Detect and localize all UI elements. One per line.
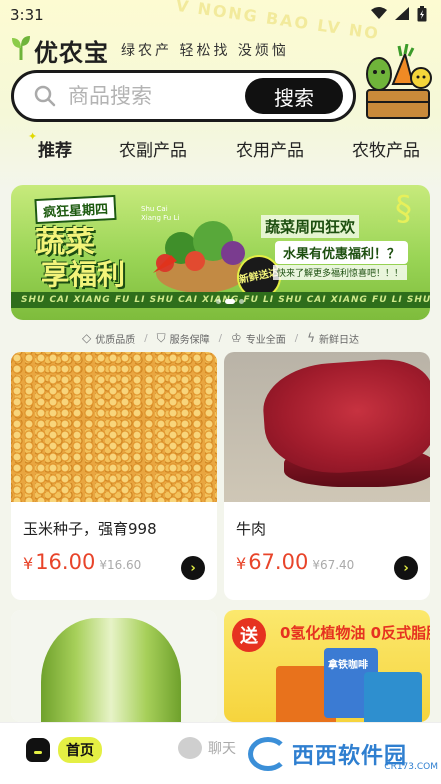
carousel-dot[interactable] xyxy=(239,299,244,304)
product-image-coffee[interactable]: 送 0氢化植物油 0反式脂肪酸 拿铁咖啡 xyxy=(224,610,430,722)
nav-chat-label: 聊天 xyxy=(208,741,236,757)
category-tabs: ✦ 推荐 农副产品 农用产品 农牧产品 xyxy=(0,130,441,166)
feature-label: 优质品质 xyxy=(95,334,136,346)
watermark-c-icon xyxy=(248,737,288,771)
nav-home[interactable]: 首页 xyxy=(26,737,102,763)
feature-label: 新鲜日达 xyxy=(319,334,360,346)
divider: / xyxy=(144,332,148,344)
battery-icon xyxy=(417,5,427,25)
product-card[interactable] xyxy=(11,610,217,722)
watermark-small: CR173.COM xyxy=(384,762,438,772)
feature-label: 服务保障 xyxy=(169,334,210,346)
product-image-beef[interactable] xyxy=(224,352,430,502)
swirl-decoration-icon: § xyxy=(395,189,412,229)
search-icon xyxy=(34,85,56,107)
coffee-bag-label: 拿铁咖啡 xyxy=(328,660,368,671)
banner-right-note: 快来了解更多福利惊喜吧！！！ xyxy=(273,265,408,280)
product-name: 玉米种子，强育998 xyxy=(23,520,157,538)
product-name: 牛肉 xyxy=(236,520,267,538)
tab-label: 农牧产品 xyxy=(352,141,420,161)
wifi-icon xyxy=(371,7,387,23)
product-card[interactable]: 玉米种子，强育998 ¥ 16.00 ¥16.60 › xyxy=(11,352,217,600)
leaf-icon xyxy=(10,35,32,65)
tab-label: 农副产品 xyxy=(119,141,187,161)
search-input[interactable] xyxy=(68,84,228,108)
feature-professional: ♔ 专业全面 xyxy=(231,331,286,346)
watermark-logo: 西西软件园 CR173.COM xyxy=(248,736,438,772)
currency-symbol: ¥ xyxy=(236,554,247,573)
tab-livestock-products[interactable]: 农牧产品 xyxy=(352,136,420,161)
product-price: 67.00 xyxy=(248,550,309,574)
search-button[interactable]: 搜索 xyxy=(245,78,343,114)
product-image-corn[interactable] xyxy=(11,352,217,502)
product-image-cabbage[interactable] xyxy=(11,610,217,722)
tab-label: 推荐 xyxy=(38,141,72,161)
feature-label: 专业全面 xyxy=(245,334,286,346)
tab-agri-side-products[interactable]: 农副产品 xyxy=(119,136,187,161)
banner-right-subtitle: 水果有优惠福利！？ xyxy=(275,241,409,264)
diamond-icon: ◇ xyxy=(81,331,92,345)
signal-icon xyxy=(395,7,409,23)
coffee-ad-text: 0氢化植物油 0反式脂肪酸 xyxy=(280,624,430,642)
vegetable-basket-icon xyxy=(151,203,251,298)
product-old-price: ¥67.40 xyxy=(312,558,355,572)
search-bar: 搜索 xyxy=(11,70,356,122)
feature-strip: ◇ 优质品质 / ⛉ 服务保障 / ♔ 专业全面 / ϟ 新鲜日达 xyxy=(0,329,441,347)
divider: / xyxy=(294,332,299,344)
chevron-right-icon[interactable]: › xyxy=(394,556,418,580)
divider: / xyxy=(218,332,222,344)
product-price-row: ¥ 16.00 ¥16.60 xyxy=(23,550,141,574)
chevron-right-icon[interactable]: › xyxy=(181,556,205,580)
status-time: 3:31 xyxy=(10,6,44,24)
status-icons xyxy=(371,5,427,25)
nav-home-label: 首页 xyxy=(58,737,102,763)
feature-quality: ◇ 优质品质 xyxy=(82,331,135,346)
currency-symbol: ¥ xyxy=(23,554,34,573)
brand-name: 优农宝 xyxy=(34,38,109,67)
product-price: 16.00 xyxy=(35,550,96,574)
shield-icon: ⛉ xyxy=(156,330,166,345)
banner-title-line2: 享福利 xyxy=(41,258,126,291)
tab-recommend[interactable]: ✦ 推荐 xyxy=(28,130,82,161)
product-old-price: ¥16.60 xyxy=(99,558,142,572)
brand-slogan: 绿农产 轻松找 没烦恼 xyxy=(121,43,289,59)
brand-logo: 优农宝 xyxy=(10,33,109,68)
feature-fresh: ϟ 新鲜日达 xyxy=(307,331,359,346)
promo-banner[interactable]: § 疯狂星期四 蔬菜 享福利 Shu Cai Xiang Fu Li 新鲜送达 … xyxy=(11,185,430,320)
chat-icon xyxy=(178,737,202,759)
carousel-dot-active[interactable] xyxy=(225,299,235,304)
crown-icon: ♔ xyxy=(230,331,242,345)
carousel-dots xyxy=(216,299,244,304)
gift-badge: 送 xyxy=(232,618,266,652)
sparkle-icon: ✦ xyxy=(28,130,38,143)
mascot-vegetable-basket-icon xyxy=(363,43,433,120)
feature-service: ⛉ 服务保障 xyxy=(157,331,210,346)
carousel-dot[interactable] xyxy=(216,299,221,304)
product-card[interactable]: 送 0氢化植物油 0反式脂肪酸 拿铁咖啡 xyxy=(224,610,430,722)
brand-row: 优农宝 绿农产 轻松找 没烦恼 xyxy=(10,30,340,70)
product-card[interactable]: 牛肉 ¥ 67.00 ¥67.40 › xyxy=(224,352,430,600)
banner-right-title: 蔬菜周四狂欢 xyxy=(261,215,360,238)
nav-chat[interactable]: 聊天 xyxy=(178,737,236,759)
tab-label: 农用产品 xyxy=(236,141,304,161)
product-price-row: ¥ 67.00 ¥67.40 xyxy=(236,550,354,574)
home-icon xyxy=(26,738,50,762)
tab-agri-use-products[interactable]: 农用产品 xyxy=(236,136,304,161)
status-bar: 3:31 xyxy=(0,0,441,30)
bolt-icon: ϟ xyxy=(307,331,316,345)
